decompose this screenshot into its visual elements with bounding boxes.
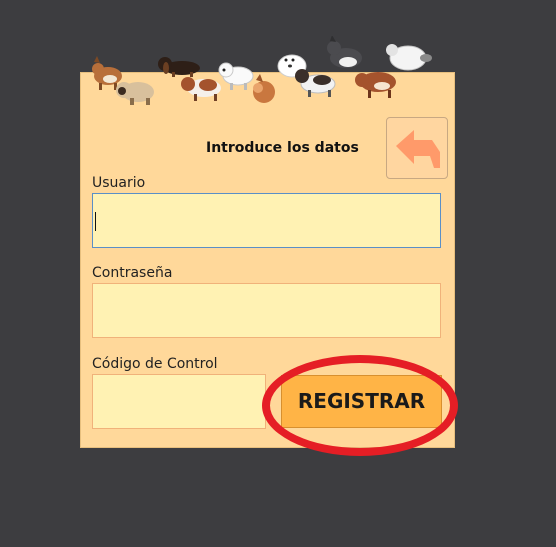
control-code-label: Código de Control <box>92 356 218 372</box>
dog-illustration <box>327 36 362 68</box>
back-button[interactable] <box>386 117 448 179</box>
dog-illustration <box>386 44 432 71</box>
dog-illustration <box>92 56 122 90</box>
username-field[interactable] <box>92 193 441 248</box>
dog-illustration <box>158 57 200 77</box>
text-cursor <box>95 212 96 231</box>
register-button[interactable]: REGISTRAR <box>281 375 442 428</box>
dog-illustration <box>253 74 275 103</box>
back-arrow-icon <box>396 130 440 168</box>
dog-illustration <box>116 82 154 105</box>
dog-illustration <box>218 62 254 90</box>
app-window: Introduce los datos Usuario Contraseña C… <box>0 0 556 547</box>
form-title: Introduce los datos <box>206 140 359 156</box>
control-code-field[interactable] <box>92 374 266 429</box>
password-label: Contraseña <box>92 265 173 281</box>
dogs-banner-image <box>92 36 432 105</box>
username-label: Usuario <box>92 175 146 191</box>
password-field[interactable] <box>92 283 441 338</box>
dog-illustration <box>181 77 221 101</box>
dog-illustration <box>355 72 396 98</box>
dog-illustration <box>295 69 336 97</box>
